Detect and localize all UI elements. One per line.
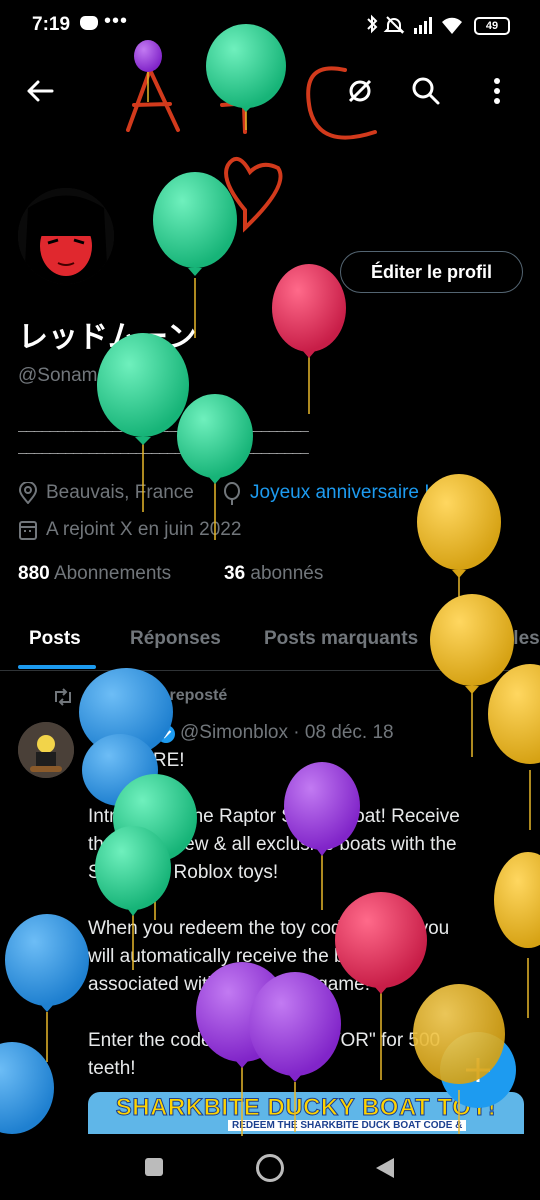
post-text-line: IT'S HERE! bbox=[88, 750, 185, 771]
handdrawn-scrawl bbox=[126, 64, 377, 233]
balloon-overlay bbox=[0, 24, 540, 1136]
tab-posts[interactable]: Posts bbox=[29, 628, 81, 650]
post-image-subtitle: REDEEM THE SHARKBITE DUCK BOAT CODE & bbox=[228, 1120, 467, 1131]
search-button[interactable] bbox=[406, 71, 446, 111]
profile-avatar[interactable] bbox=[18, 188, 114, 284]
status-icons bbox=[367, 14, 462, 34]
bio-line: _____________________________________ bbox=[18, 436, 309, 454]
post-author-name[interactable]: Simon bbox=[88, 722, 146, 744]
post-text-line: the brand new & all exclusive boats with… bbox=[88, 834, 457, 855]
divider bbox=[0, 670, 540, 671]
bio-line: _____________________________________ bbox=[18, 414, 309, 432]
compose-button[interactable] bbox=[440, 1032, 516, 1108]
balloon-icon bbox=[494, 852, 540, 1018]
more-options-button[interactable] bbox=[477, 71, 517, 111]
eye-off-icon bbox=[348, 79, 372, 103]
plus-icon bbox=[466, 1058, 490, 1082]
following-label: Abonnements bbox=[53, 563, 172, 584]
profile-handle: @Sonamael1 bbox=[18, 365, 134, 386]
discord-notification-icon bbox=[80, 16, 98, 30]
more-horizontal-icon[interactable] bbox=[508, 726, 514, 744]
home-button[interactable] bbox=[256, 1154, 284, 1182]
android-nav-bar bbox=[0, 1134, 540, 1200]
tab-replies[interactable]: Réponses bbox=[130, 628, 221, 650]
balloon-icon bbox=[272, 264, 346, 414]
followers-label: abonnés bbox=[250, 563, 324, 584]
author-avatar-image bbox=[18, 722, 74, 778]
calendar-icon bbox=[19, 521, 37, 540]
more-vertical-icon bbox=[494, 78, 500, 104]
post-text-line: will automatically receive the boat bbox=[88, 946, 372, 967]
post-text-line: teeth! bbox=[88, 1058, 136, 1079]
balloon-icon bbox=[5, 914, 89, 1062]
balloon-icon bbox=[488, 664, 540, 830]
repost-icon bbox=[55, 688, 71, 706]
location-pin-icon bbox=[18, 482, 38, 504]
balloon-icon bbox=[430, 594, 514, 757]
birthday-link[interactable]: Joyeux anniversaire ! bbox=[250, 482, 430, 504]
status-time: 7:19 bbox=[32, 14, 71, 35]
tab-articles[interactable]: Articles bbox=[470, 628, 540, 650]
post-text-line: Enter the code "DUCKYRAPTOR" for 500 bbox=[88, 1030, 441, 1051]
post-text-line: Introducing the Raptor Speed Boat! Recei… bbox=[88, 806, 460, 827]
post-text-line: Sharkbite Roblox toys! bbox=[88, 862, 279, 883]
post-text-line: associated with your toy in-game! bbox=[88, 974, 370, 995]
followers-count[interactable]: 36 abonnés bbox=[224, 563, 323, 585]
arrow-left-icon bbox=[27, 80, 54, 102]
tab-highlights[interactable]: Posts marquants bbox=[264, 628, 418, 650]
avatar-image bbox=[18, 188, 114, 284]
following-number: 880 bbox=[18, 563, 50, 584]
repost-label: Vous avez reposté bbox=[88, 687, 228, 704]
balloon-icon bbox=[417, 474, 501, 635]
recent-apps-button[interactable] bbox=[145, 1158, 163, 1176]
post-text-line: When you redeem the toy code online, you bbox=[88, 918, 450, 939]
post-author-handle-date: @Simonblox · 08 déc. 18 bbox=[180, 722, 394, 743]
profile-location: Beauvais, France bbox=[46, 482, 194, 503]
balloon-icon bbox=[0, 1042, 54, 1134]
active-tab-indicator bbox=[18, 665, 96, 669]
hidden-toggle-button[interactable] bbox=[340, 71, 380, 111]
more-notifications-icon: ••• bbox=[104, 10, 129, 32]
battery-indicator: 49 bbox=[474, 17, 510, 35]
status-bar: 7:19 ••• 49 bbox=[0, 0, 540, 52]
back-nav-button[interactable] bbox=[374, 1156, 396, 1180]
edit-profile-button[interactable]: Éditer le profil bbox=[340, 251, 523, 293]
search-icon bbox=[412, 77, 440, 105]
post-author-avatar[interactable] bbox=[18, 722, 74, 778]
back-button[interactable] bbox=[20, 71, 60, 111]
joined-date: A rejoint X en juin 2022 bbox=[46, 519, 242, 540]
followers-number: 36 bbox=[224, 563, 246, 584]
verified-badge-icon bbox=[157, 725, 175, 743]
following-count[interactable]: 880 Abonnements bbox=[18, 563, 171, 585]
balloon-icon bbox=[224, 482, 240, 505]
display-name: レッドムーン bbox=[18, 320, 197, 355]
